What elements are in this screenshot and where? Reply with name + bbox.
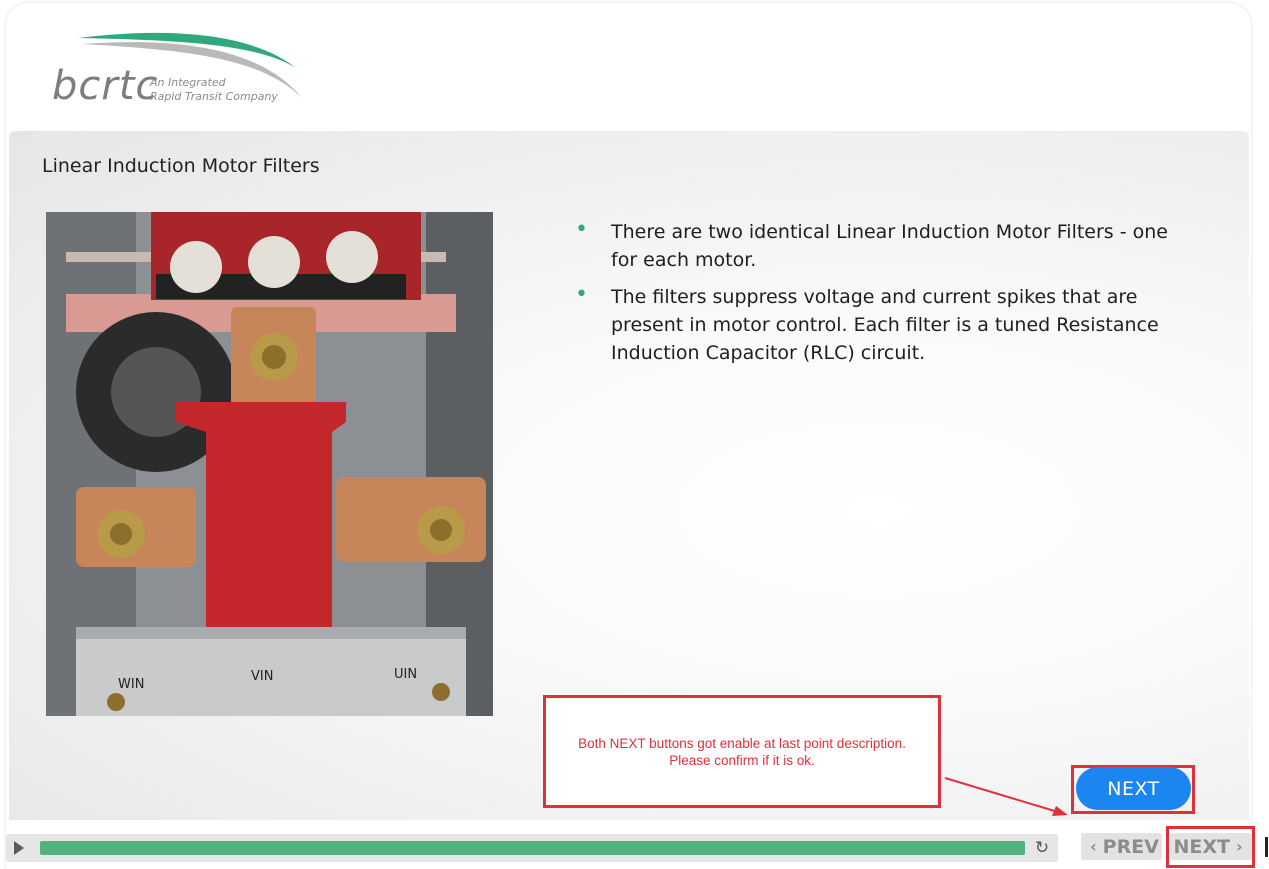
player-next-button[interactable]: NEXT › bbox=[1170, 833, 1252, 860]
photo-label-uin: UIN bbox=[394, 667, 417, 682]
logo-tagline: An Integrated Rapid Transit Company bbox=[150, 76, 278, 104]
logo-tagline-line1: An Integrated bbox=[150, 76, 226, 89]
bullet-text: There are two identical Linear Induction… bbox=[611, 221, 1168, 271]
chevron-right-icon: › bbox=[1235, 837, 1243, 856]
progress-fill bbox=[40, 841, 1025, 855]
playback-controls: ↻ bbox=[6, 834, 1058, 862]
prev-button[interactable]: ‹ PREV bbox=[1081, 833, 1162, 860]
bullet-dot-icon: • bbox=[575, 282, 588, 307]
review-annotation-box: Both NEXT buttons got enable at last poi… bbox=[543, 695, 941, 808]
review-annotation-line2: Please confirm if it is ok. bbox=[669, 752, 815, 768]
bcrtc-logo: bcrtc An Integrated Rapid Transit Compan… bbox=[48, 30, 308, 115]
replay-icon[interactable]: ↻ bbox=[1032, 838, 1052, 858]
slide-next-button[interactable]: NEXT bbox=[1076, 767, 1191, 810]
logo-wordmark: bcrtc bbox=[52, 63, 159, 109]
progress-bar[interactable] bbox=[40, 841, 1025, 855]
prev-button-label: PREV bbox=[1102, 835, 1159, 858]
motor-filter-illustration: WIN VIN UIN bbox=[46, 212, 493, 716]
bullet-dot-icon: • bbox=[575, 217, 588, 242]
motor-filter-photo: WIN VIN UIN bbox=[46, 212, 493, 716]
photo-label-win: WIN bbox=[118, 677, 144, 692]
player-next-button-label: NEXT bbox=[1173, 835, 1230, 858]
slide-bullet-list: • There are two identical Linear Inducti… bbox=[575, 217, 1175, 376]
slide-title: Linear Induction Motor Filters bbox=[42, 155, 320, 177]
review-annotation-line1: Both NEXT buttons got enable at last poi… bbox=[578, 735, 906, 751]
bullet-item: • There are two identical Linear Inducti… bbox=[575, 217, 1175, 274]
photo-label-vin: VIN bbox=[251, 669, 273, 684]
chevron-left-icon: ‹ bbox=[1090, 837, 1097, 856]
bullet-item: • The filters suppress voltage and curre… bbox=[575, 282, 1175, 367]
bullet-text: The filters suppress voltage and current… bbox=[611, 286, 1159, 364]
play-icon[interactable] bbox=[14, 841, 24, 855]
edge-divider bbox=[1265, 837, 1268, 857]
logo-tagline-line2: Rapid Transit Company bbox=[150, 90, 278, 103]
